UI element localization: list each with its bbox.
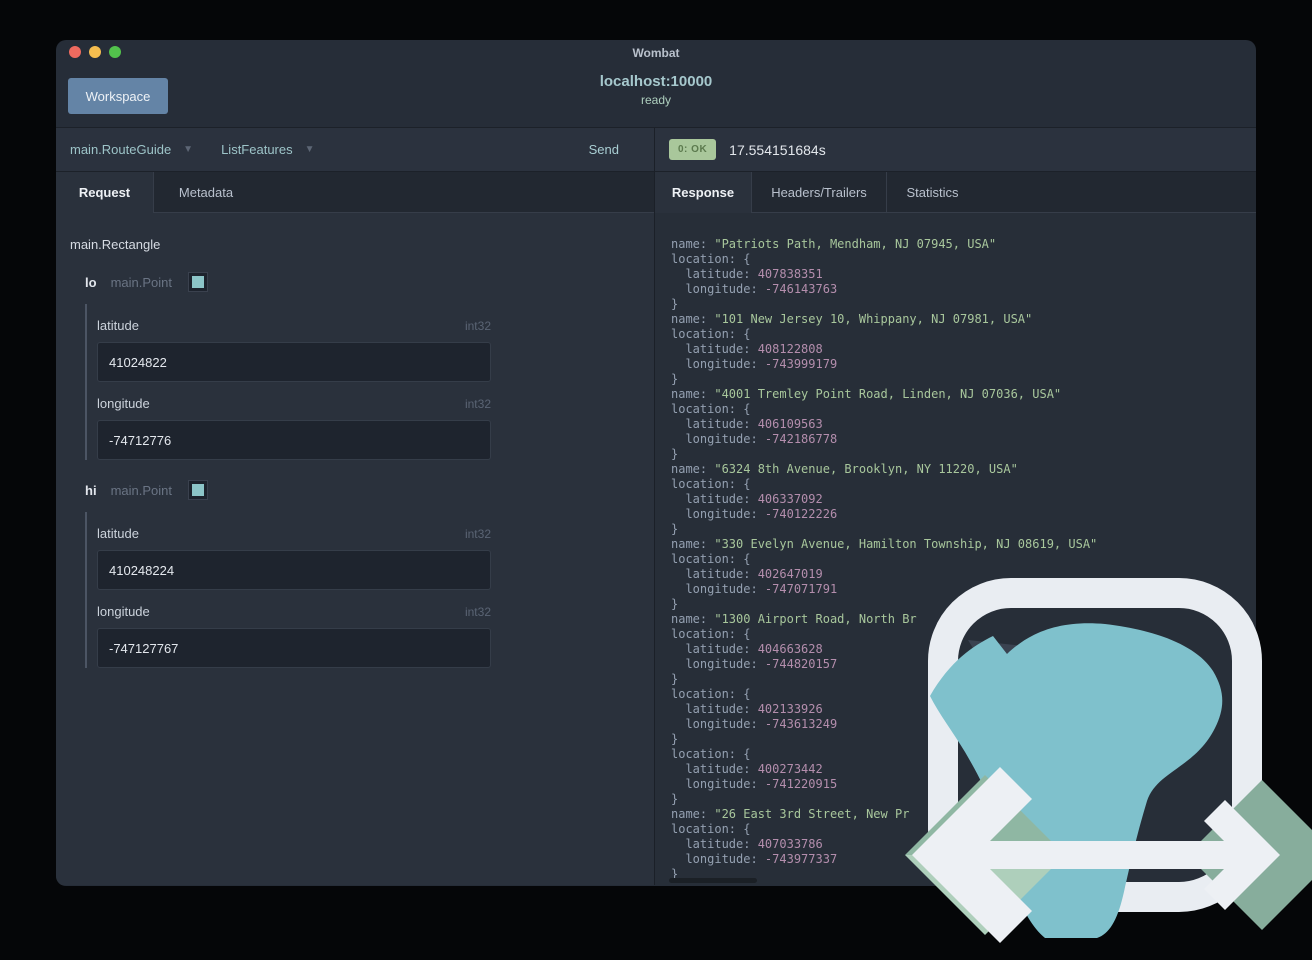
field-type-label: int32 xyxy=(464,397,491,411)
request-form: main.Rectangle lo main.Point latitude in… xyxy=(56,213,654,885)
group-name: hi xyxy=(85,482,97,498)
field-label: latitude xyxy=(97,526,139,541)
checkbox-fill-icon xyxy=(191,484,204,496)
field-group-hi: hi main.Point latitude int32 410248224 l… xyxy=(70,480,640,668)
field-label: longitude xyxy=(97,604,150,619)
field-type-label: int32 xyxy=(464,319,491,333)
tab-statistics[interactable]: Statistics xyxy=(886,172,978,212)
app-header: Workspace localhost:10000 ready xyxy=(56,64,1256,128)
form-field: latitude int32 xyxy=(97,304,491,382)
response-tabs: Response Headers/Trailers Statistics xyxy=(655,172,1256,213)
message-type-label: main.Rectangle xyxy=(70,237,161,252)
server-info: localhost:10000 ready xyxy=(56,73,1256,107)
group-type-label: main.Point xyxy=(110,274,172,290)
tab-response[interactable]: Response xyxy=(655,172,752,213)
field-type-label: int32 xyxy=(464,527,491,541)
status-badge: 0: OK xyxy=(669,139,717,160)
app-window: Wombat Workspace localhost:10000 ready m… xyxy=(56,40,1256,886)
latitude-input[interactable] xyxy=(97,550,491,590)
latitude-input[interactable] xyxy=(97,342,491,382)
form-field: latitude int32 xyxy=(97,512,491,590)
response-panel: 0: OK 17.554151684s Response Headers/Tra… xyxy=(655,128,1256,885)
group-checkbox[interactable] xyxy=(187,480,208,500)
request-tabs: Request Metadata xyxy=(56,172,654,213)
traffic-lights xyxy=(69,46,121,58)
title-bar: Wombat xyxy=(56,40,1256,64)
chevron-down-icon[interactable]: ▼ xyxy=(183,144,193,155)
group-name: lo xyxy=(85,274,97,290)
checkbox-fill-icon xyxy=(191,276,204,288)
group-checkbox[interactable] xyxy=(187,272,208,292)
horizontal-scrollbar-thumb[interactable] xyxy=(669,878,757,883)
field-type-label: int32 xyxy=(464,605,491,619)
minimize-button[interactable] xyxy=(89,46,101,58)
request-toolbar: main.RouteGuide ▼ ListFeatures ▼ Send xyxy=(56,128,654,172)
response-duration: 17.554151684s xyxy=(729,141,826,158)
field-label: longitude xyxy=(97,396,150,411)
method-select[interactable]: ListFeatures xyxy=(221,142,293,157)
group-type-label: main.Point xyxy=(110,482,172,498)
form-field: longitude int32 xyxy=(97,382,491,460)
request-panel: main.RouteGuide ▼ ListFeatures ▼ Send Re… xyxy=(56,128,655,885)
longitude-input[interactable] xyxy=(97,420,491,460)
server-address: localhost:10000 xyxy=(599,73,713,90)
tab-headers-trailers[interactable]: Headers/Trailers xyxy=(752,172,886,212)
form-field: longitude int32 xyxy=(97,590,491,668)
tab-metadata[interactable]: Metadata xyxy=(154,172,258,212)
service-select[interactable]: main.RouteGuide xyxy=(70,142,171,157)
response-output: name: "Patriots Path, Mendham, NJ 07945,… xyxy=(671,237,1098,881)
field-label: latitude xyxy=(97,318,139,333)
chevron-down-icon[interactable]: ▼ xyxy=(305,144,315,155)
tab-request[interactable]: Request xyxy=(56,172,154,213)
window-title: Wombat xyxy=(632,46,680,60)
response-body: name: "Patriots Path, Mendham, NJ 07945,… xyxy=(655,213,1256,885)
field-group-lo: lo main.Point latitude int32 41024822 lo… xyxy=(70,272,640,460)
send-button[interactable]: Send xyxy=(589,142,619,157)
close-button[interactable] xyxy=(69,46,81,58)
longitude-input[interactable] xyxy=(97,628,491,668)
zoom-button[interactable] xyxy=(109,46,121,58)
response-statusbar: 0: OK 17.554151684s xyxy=(655,128,1256,172)
server-status: ready xyxy=(640,93,672,107)
